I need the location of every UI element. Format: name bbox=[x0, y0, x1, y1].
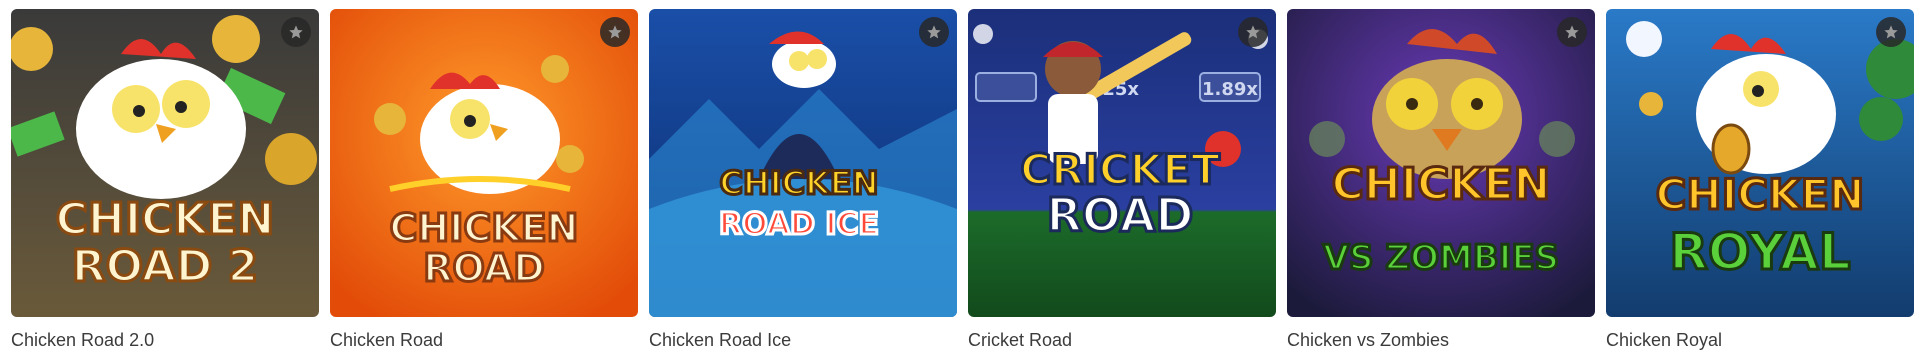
game-title[interactable]: Chicken Road 2.0 bbox=[11, 329, 319, 351]
logo-line-1: CHICKEN bbox=[719, 164, 878, 202]
game-card-cricket-road[interactable]: 7.25x 1.89x CRICKET ROAD Cricket Road bbox=[968, 9, 1276, 351]
favorite-button[interactable] bbox=[1557, 17, 1587, 47]
game-card-chicken-road[interactable]: CHICKEN ROAD Chicken Road bbox=[330, 9, 638, 351]
game-card-chicken-road-ice[interactable]: CHICKEN ROAD ICE Chicken Road Ice bbox=[649, 9, 957, 351]
logo-line-2: VS ZOMBIES bbox=[1323, 238, 1559, 278]
game-thumbnail[interactable]: CHICKEN ROYAL bbox=[1606, 9, 1914, 317]
multiplier-2: 1.89x bbox=[1202, 79, 1258, 100]
star-icon bbox=[1565, 25, 1579, 39]
game-title[interactable]: Chicken Royal bbox=[1606, 329, 1914, 351]
game-card-chicken-road-2[interactable]: CHICKEN ROAD 2 Chicken Road 2.0 bbox=[11, 9, 319, 351]
game-artwork: 7.25x 1.89x CRICKET ROAD bbox=[968, 9, 1276, 317]
logo-line-2: ROAD bbox=[423, 246, 545, 290]
favorite-button[interactable] bbox=[600, 17, 630, 47]
logo-line-2: ROAD ICE bbox=[719, 207, 879, 242]
game-thumbnail[interactable]: CHICKEN VS ZOMBIES bbox=[1287, 9, 1595, 317]
game-artwork: CHICKEN ROAD bbox=[330, 9, 638, 317]
logo-line-1: CHICKEN bbox=[390, 206, 579, 250]
logo-line-2: ROYAL bbox=[1669, 223, 1850, 281]
logo-line-2: ROAD bbox=[1046, 188, 1193, 242]
game-thumbnail[interactable]: CHICKEN ROAD bbox=[330, 9, 638, 317]
logo-line-1: CHICKEN bbox=[1332, 159, 1551, 210]
star-icon bbox=[1884, 25, 1898, 39]
game-card-chicken-vs-zombies[interactable]: CHICKEN VS ZOMBIES Chicken vs Zombies bbox=[1287, 9, 1595, 351]
game-thumbnail[interactable]: CHICKEN ROAD 2 bbox=[11, 9, 319, 317]
game-artwork: CHICKEN ROAD 2 bbox=[11, 9, 319, 317]
game-title[interactable]: Cricket Road bbox=[968, 329, 1276, 351]
game-card-chicken-royal[interactable]: CHICKEN ROYAL Chicken Royal bbox=[1606, 9, 1914, 351]
game-title[interactable]: Chicken vs Zombies bbox=[1287, 329, 1595, 351]
favorite-button[interactable] bbox=[281, 17, 311, 47]
star-icon bbox=[289, 25, 303, 39]
favorite-button[interactable] bbox=[1238, 17, 1268, 47]
star-icon bbox=[927, 25, 941, 39]
favorite-button[interactable] bbox=[1876, 17, 1906, 47]
game-title[interactable]: Chicken Road bbox=[330, 329, 638, 351]
logo-line-1: CHICKEN bbox=[1656, 170, 1865, 219]
game-grid: CHICKEN ROAD 2 Chicken Road 2.0 CHICKEN … bbox=[11, 9, 1914, 351]
game-artwork: CHICKEN VS ZOMBIES bbox=[1287, 9, 1595, 317]
star-icon bbox=[608, 25, 622, 39]
game-title[interactable]: Chicken Road Ice bbox=[649, 329, 957, 351]
game-artwork: CHICKEN ROYAL bbox=[1606, 9, 1914, 317]
favorite-button[interactable] bbox=[919, 17, 949, 47]
logo-line-1: CRICKET bbox=[1020, 145, 1220, 194]
logo-line-1: CHICKEN bbox=[56, 194, 275, 245]
star-icon bbox=[1246, 25, 1260, 39]
game-artwork: CHICKEN ROAD ICE bbox=[649, 9, 957, 317]
logo-line-2: ROAD 2 bbox=[72, 241, 259, 292]
game-thumbnail[interactable]: CHICKEN ROAD ICE bbox=[649, 9, 957, 317]
game-thumbnail[interactable]: 7.25x 1.89x CRICKET ROAD bbox=[968, 9, 1276, 317]
